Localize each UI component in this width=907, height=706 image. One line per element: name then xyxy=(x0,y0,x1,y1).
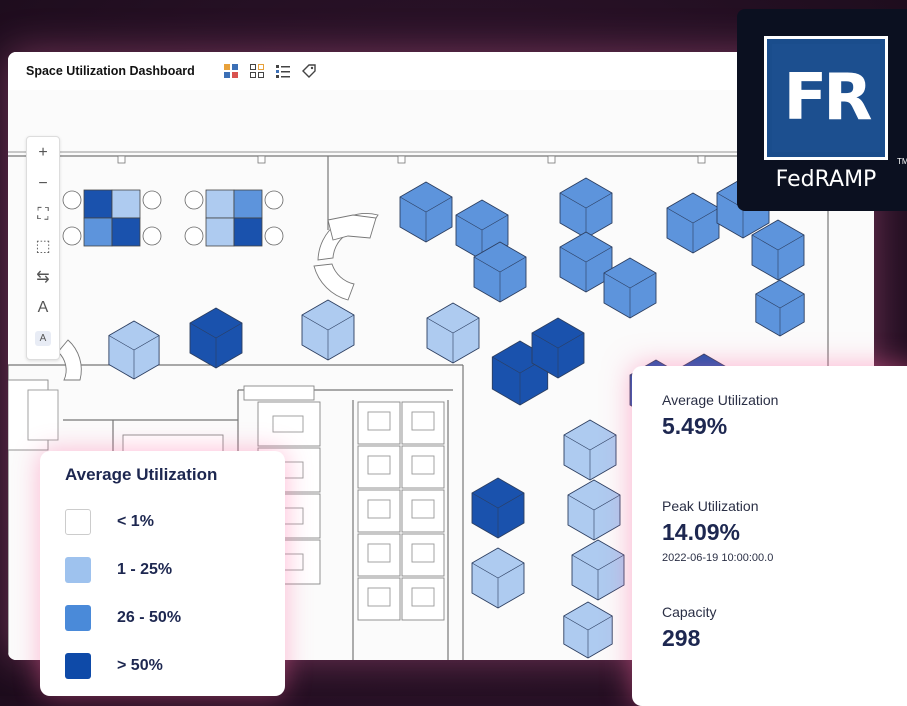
legend-label: > 50% xyxy=(117,657,163,674)
view-switcher xyxy=(223,63,317,79)
chair[interactable] xyxy=(62,226,82,246)
stats-panel: Average Utilization 5.49% Peak Utilizati… xyxy=(632,366,907,706)
capacity-label: Capacity xyxy=(662,604,717,620)
chair[interactable] xyxy=(62,190,82,210)
capacity-value: 298 xyxy=(662,625,701,651)
desk[interactable] xyxy=(111,189,141,219)
tag-icon[interactable] xyxy=(301,63,317,79)
text-small-icon: A xyxy=(34,331,52,346)
legend-item-1-25: 1 - 25% xyxy=(65,555,172,585)
fedramp-logo: FR xyxy=(764,36,888,160)
legend-title: Average Utilization xyxy=(65,465,218,484)
legend-swatch xyxy=(65,557,91,583)
fit-screen-button[interactable]: ⛶ xyxy=(27,199,59,230)
peak-utilization-label: Peak Utilization xyxy=(662,498,759,514)
peak-utilization-value: 14.09% xyxy=(662,519,741,545)
text-large-icon: A xyxy=(37,298,49,316)
desk[interactable] xyxy=(205,189,235,219)
select-area-button[interactable]: ⬚ xyxy=(27,230,59,261)
zoom-out-icon: − xyxy=(38,174,48,192)
desk[interactable] xyxy=(233,189,263,219)
legend-item-26-50: 26 - 50% xyxy=(65,603,181,633)
legend-label: 26 - 50% xyxy=(117,609,182,626)
wall-marker[interactable] xyxy=(257,155,266,164)
route-icon: ⇆ xyxy=(36,268,50,286)
wall-marker[interactable] xyxy=(397,155,406,164)
list-icon[interactable] xyxy=(275,63,291,79)
fedramp-logo-letters: FR xyxy=(783,61,873,135)
legend-item-gt50: > 50% xyxy=(65,651,163,681)
desk[interactable] xyxy=(83,217,113,247)
select-area-icon: ⬚ xyxy=(35,237,51,255)
chair[interactable] xyxy=(264,190,284,210)
chair[interactable] xyxy=(142,226,162,246)
desk[interactable] xyxy=(233,217,263,247)
text-large-button[interactable]: A xyxy=(27,292,59,323)
zoom-in-icon: + xyxy=(38,143,48,161)
trademark-mark: TM xyxy=(897,157,907,166)
grid-color-icon[interactable] xyxy=(223,63,239,79)
dashboard-title: Space Utilization Dashboard xyxy=(26,64,195,78)
legend-swatch xyxy=(65,509,91,535)
peak-timestamp: 2022-06-19 10:00:00.0 xyxy=(662,552,774,564)
desk[interactable] xyxy=(83,189,113,219)
wall-marker[interactable] xyxy=(697,155,706,164)
avg-utilization-label: Average Utilization xyxy=(662,392,779,408)
chair[interactable] xyxy=(184,190,204,210)
counter[interactable] xyxy=(243,385,315,401)
fedramp-badge: FR FedRAMP TM xyxy=(737,9,907,211)
wall-marker[interactable] xyxy=(547,155,556,164)
map-toolbar: + − ⛶ ⬚ ⇆ A A xyxy=(26,136,60,360)
desk[interactable] xyxy=(111,217,141,247)
chair[interactable] xyxy=(142,190,162,210)
fit-screen-icon: ⛶ xyxy=(37,205,49,223)
route-button[interactable]: ⇆ xyxy=(27,261,59,292)
legend-label: < 1% xyxy=(117,513,154,530)
legend-swatch xyxy=(65,605,91,631)
avg-utilization-value: 5.49% xyxy=(662,413,728,439)
text-small-button[interactable]: A xyxy=(27,323,59,354)
wall-marker[interactable] xyxy=(117,155,126,164)
legend-swatch xyxy=(65,653,91,679)
utilization-legend: Average Utilization < 1% 1 - 25% 26 - 50… xyxy=(40,451,285,696)
fedramp-wordmark: FedRAMP xyxy=(775,167,877,192)
zoom-in-button[interactable]: + xyxy=(27,137,59,168)
chair[interactable] xyxy=(184,226,204,246)
desk[interactable] xyxy=(205,217,235,247)
chair[interactable] xyxy=(264,226,284,246)
legend-label: 1 - 25% xyxy=(117,561,173,578)
zoom-out-button[interactable]: − xyxy=(27,168,59,199)
grid-outline-icon[interactable] xyxy=(249,63,265,79)
legend-item-lt1: < 1% xyxy=(65,507,154,537)
